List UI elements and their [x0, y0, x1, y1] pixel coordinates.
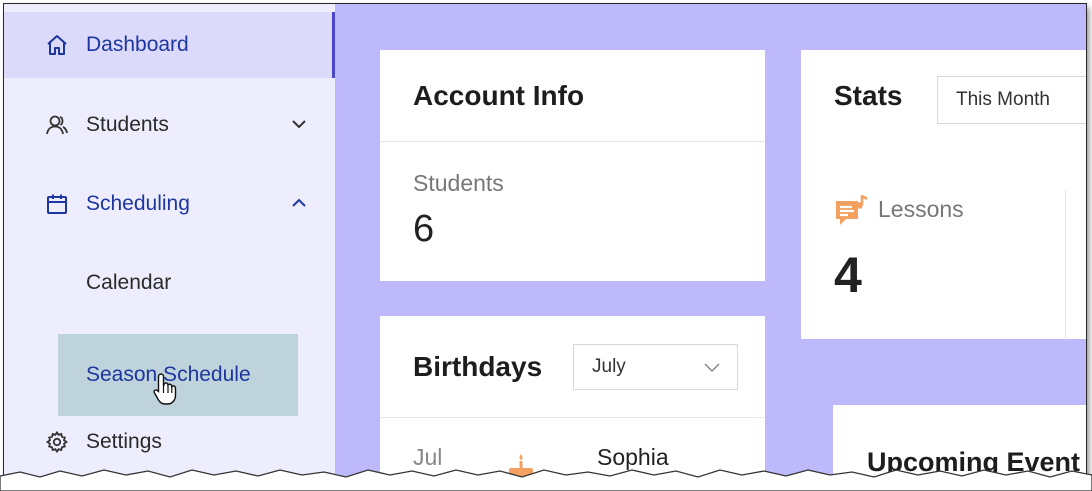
users-icon — [44, 112, 70, 138]
birthdays-title: Birthdays — [413, 350, 543, 382]
period-select[interactable]: This Month — [937, 76, 1086, 124]
month-select-value: July — [592, 356, 626, 377]
students-label: Students — [413, 170, 504, 196]
chevron-down-icon — [703, 359, 721, 381]
account-info-card: Account Info Students 6 — [380, 50, 765, 281]
sidebar-item-label: Settings — [86, 430, 162, 453]
app-window: Dashboard Students Scheduling Calendar S… — [4, 4, 1086, 482]
sidebar-item-dashboard[interactable]: Dashboard — [4, 12, 335, 78]
home-icon — [44, 32, 70, 58]
account-info-header: Account Info — [380, 50, 765, 142]
sidebar-item-label: Dashboard — [86, 33, 189, 56]
sidebar-item-label: Students — [86, 113, 169, 136]
sidebar-item-label: Scheduling — [86, 192, 190, 215]
month-select[interactable]: July — [573, 344, 738, 390]
sidebar-item-students[interactable]: Students — [4, 92, 335, 158]
sidebar: Dashboard Students Scheduling Calendar S… — [4, 4, 335, 482]
chevron-down-icon[interactable] — [289, 114, 309, 134]
students-count: 6 — [413, 208, 435, 250]
stats-card: Stats This Month Lessons 4 — [801, 50, 1086, 340]
period-select-value: This Month — [956, 89, 1050, 110]
sidebar-subitem-calendar[interactable]: Calendar — [4, 250, 335, 316]
chevron-up-icon[interactable] — [289, 193, 309, 213]
lessons-icon — [834, 193, 870, 229]
account-info-title: Account Info — [413, 79, 585, 111]
torn-edge — [0, 469, 1092, 491]
lessons-count: 4 — [834, 247, 862, 303]
gear-icon — [44, 429, 70, 455]
lessons-label: Lessons — [878, 196, 964, 222]
sidebar-item-label: Calendar — [86, 271, 172, 294]
sidebar-item-scheduling[interactable]: Scheduling — [4, 171, 335, 237]
calendar-icon — [44, 191, 70, 217]
stats-title: Stats — [834, 80, 903, 111]
stats-divider — [1065, 190, 1066, 340]
hand-pointer-cursor-icon — [152, 372, 180, 406]
